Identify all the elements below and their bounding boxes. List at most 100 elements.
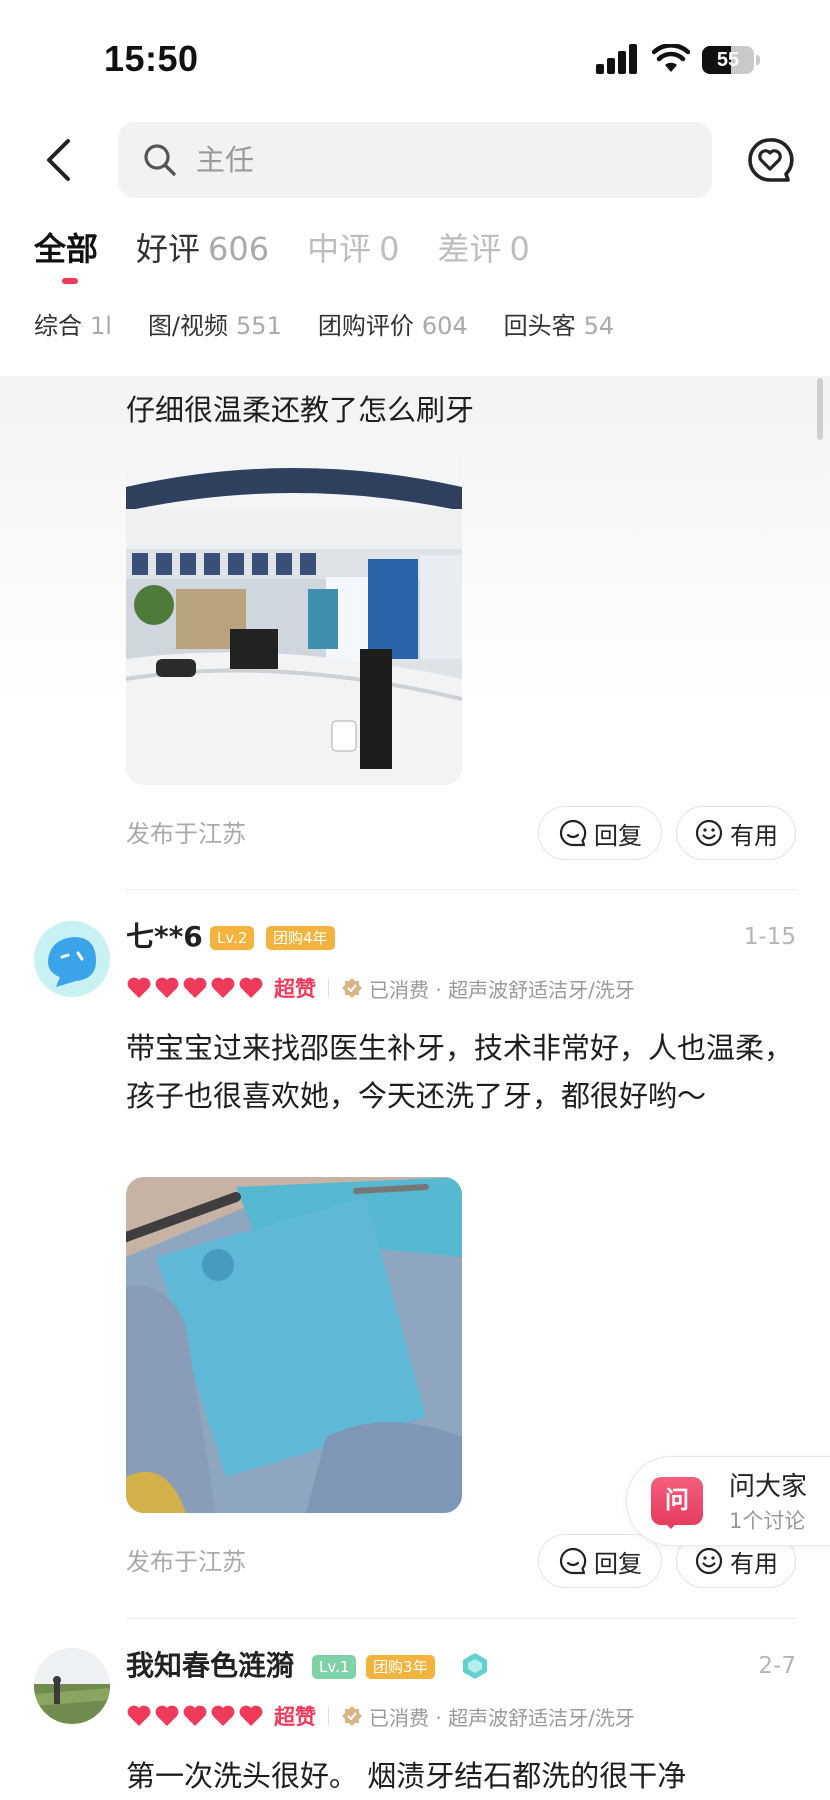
review-divider: [126, 889, 796, 890]
filter-count: 1l: [90, 312, 112, 340]
filter-count: 54: [583, 312, 615, 340]
status-bar: 15:50 55: [0, 0, 830, 110]
user-avatar-image: [34, 921, 110, 997]
tab-positive-label: 好评: [136, 230, 201, 268]
consumed-info: 已消费 · 超声波舒适洁牙/洗牙: [341, 1702, 635, 1731]
cellular-signal-icon: [596, 44, 640, 74]
rating-row: 超赞 已消费 · 超声波舒适洁牙/洗牙: [126, 972, 635, 1004]
verified-icon: [342, 978, 362, 998]
comment-icon: [559, 1547, 587, 1575]
group-years-badge: 团购4年: [266, 926, 335, 950]
filter-count: 551: [236, 312, 282, 340]
review-date: 1-15: [743, 924, 796, 950]
verified-icon: [342, 1706, 362, 1726]
heart-icon: [127, 1705, 151, 1726]
heart-icon: [127, 977, 151, 998]
rating-word: 超赞: [274, 1705, 316, 1729]
wifi-icon: [652, 44, 690, 72]
tab-neutral[interactable]: 中评 0: [307, 226, 399, 272]
ask-everyone-button[interactable]: 问 问大家 1个讨论: [626, 1456, 830, 1546]
ask-subtitle: 1个讨论: [729, 1509, 806, 1533]
reply-button[interactable]: 回复: [538, 806, 662, 860]
smile-icon: [695, 819, 723, 847]
review-text: 第一次洗头很好。 烟渍牙结石都洗的很干净: [126, 1759, 687, 1793]
filter-repeat-customer[interactable]: 回头客 54: [504, 308, 615, 348]
reply-button[interactable]: 回复: [538, 1534, 662, 1588]
heart-chat-icon: [748, 138, 794, 182]
review-location: 发布于江苏: [126, 820, 246, 848]
username[interactable]: 七**6: [126, 917, 203, 957]
filter-media[interactable]: 图/视频 551: [148, 308, 282, 348]
search-input[interactable]: 主任: [118, 122, 712, 198]
filter-label: 综合: [34, 312, 82, 340]
battery-percent: 55: [716, 49, 740, 71]
heart-icon: [155, 1705, 179, 1726]
filter-comprehensive[interactable]: 综合 1l: [34, 308, 112, 348]
comment-icon: [559, 819, 587, 847]
tab-positive[interactable]: 好评 606: [136, 226, 269, 272]
ask-icon: 问: [651, 1477, 703, 1525]
consumed-text: 已消费 · 超声波舒适洁牙/洗牙: [369, 977, 635, 1002]
level-badge: Lv.1: [312, 1655, 357, 1679]
group-years-badge: 团购3年: [366, 1655, 435, 1679]
battery-icon: 55: [702, 46, 760, 74]
review-text: 仔细很温柔还教了怎么刷牙: [126, 393, 475, 427]
heart-icon: [155, 977, 179, 998]
ask-title: 问大家: [729, 1472, 808, 1502]
useful-label: 有用: [730, 1549, 778, 1578]
reply-label: 回复: [594, 821, 642, 850]
rating-tabs: 全部 好评 606 中评 0 差评 0: [34, 226, 568, 286]
tab-negative[interactable]: 差评 0: [437, 226, 529, 272]
review-photo-dental[interactable]: [126, 1177, 462, 1513]
consumed-text: 已消费 · 超声波舒适洁牙/洗牙: [369, 1705, 635, 1730]
review-photo-clinic[interactable]: [126, 449, 462, 785]
clinic-reception-image: [126, 449, 462, 785]
filter-label: 回头客: [503, 312, 576, 340]
tab-neutral-count: 0: [379, 230, 400, 268]
avatar[interactable]: [34, 1648, 110, 1724]
tab-all[interactable]: 全部: [34, 226, 99, 284]
scrollbar[interactable]: [817, 378, 823, 440]
active-tab-indicator: [62, 278, 78, 284]
rating-row: 超赞 已消费 · 超声波舒适洁牙/洗牙: [126, 1700, 635, 1732]
useful-button[interactable]: 有用: [676, 806, 796, 860]
avatar[interactable]: [34, 921, 110, 997]
search-icon: [144, 144, 176, 176]
review-text: 带宝宝过来找邵医生补牙，技术非常好，人也温柔，孩子也很喜欢她，今天还洗了牙，都很…: [126, 1031, 794, 1113]
filter-label: 图/视频: [147, 312, 229, 340]
dental-treatment-image: [126, 1177, 462, 1513]
rating-hearts: [126, 1704, 266, 1728]
heart-icon: [211, 977, 235, 998]
useful-label: 有用: [730, 821, 778, 850]
heart-icon: [239, 1705, 263, 1726]
search-placeholder: 主任: [196, 143, 255, 177]
rating-word: 超赞: [274, 977, 316, 1001]
filter-group-buy[interactable]: 团购评价 604: [318, 308, 468, 348]
tab-positive-count: 606: [208, 230, 270, 268]
review-location: 发布于江苏: [126, 1548, 246, 1576]
review-list[interactable]: 仔细很温柔还教了怎么刷牙 发布于江苏 回复 有用 七**6 Lv.2 团购4年 …: [0, 376, 830, 1800]
user-avatar-image: [34, 1648, 110, 1724]
tab-all-label: 全部: [34, 230, 99, 268]
heart-chat-button[interactable]: [746, 136, 794, 184]
diamond-icon: [463, 1653, 487, 1679]
heart-icon: [183, 1705, 207, 1726]
review-date: 2-7: [758, 1653, 796, 1679]
consumed-info: 已消费 · 超声波舒适洁牙/洗牙: [341, 974, 635, 1003]
status-time: 15:50: [104, 38, 199, 79]
heart-icon: [239, 977, 263, 998]
heart-icon: [211, 1705, 235, 1726]
filter-chips: 综合 1l 图/视频 551 团购评价 604 回头客 54: [34, 308, 650, 348]
filter-count: 604: [421, 312, 468, 340]
reply-label: 回复: [594, 1549, 642, 1578]
back-icon: [47, 139, 70, 181]
tab-neutral-label: 中评: [307, 230, 372, 268]
smile-icon: [695, 1547, 723, 1575]
back-button[interactable]: [36, 132, 80, 188]
level-badge: Lv.2: [210, 926, 255, 950]
rating-hearts: [126, 976, 266, 1000]
username[interactable]: 我知春色涟漪: [126, 1646, 294, 1686]
filter-label: 团购评价: [317, 312, 414, 340]
tab-negative-label: 差评: [437, 230, 502, 268]
header: 主任: [0, 118, 830, 202]
